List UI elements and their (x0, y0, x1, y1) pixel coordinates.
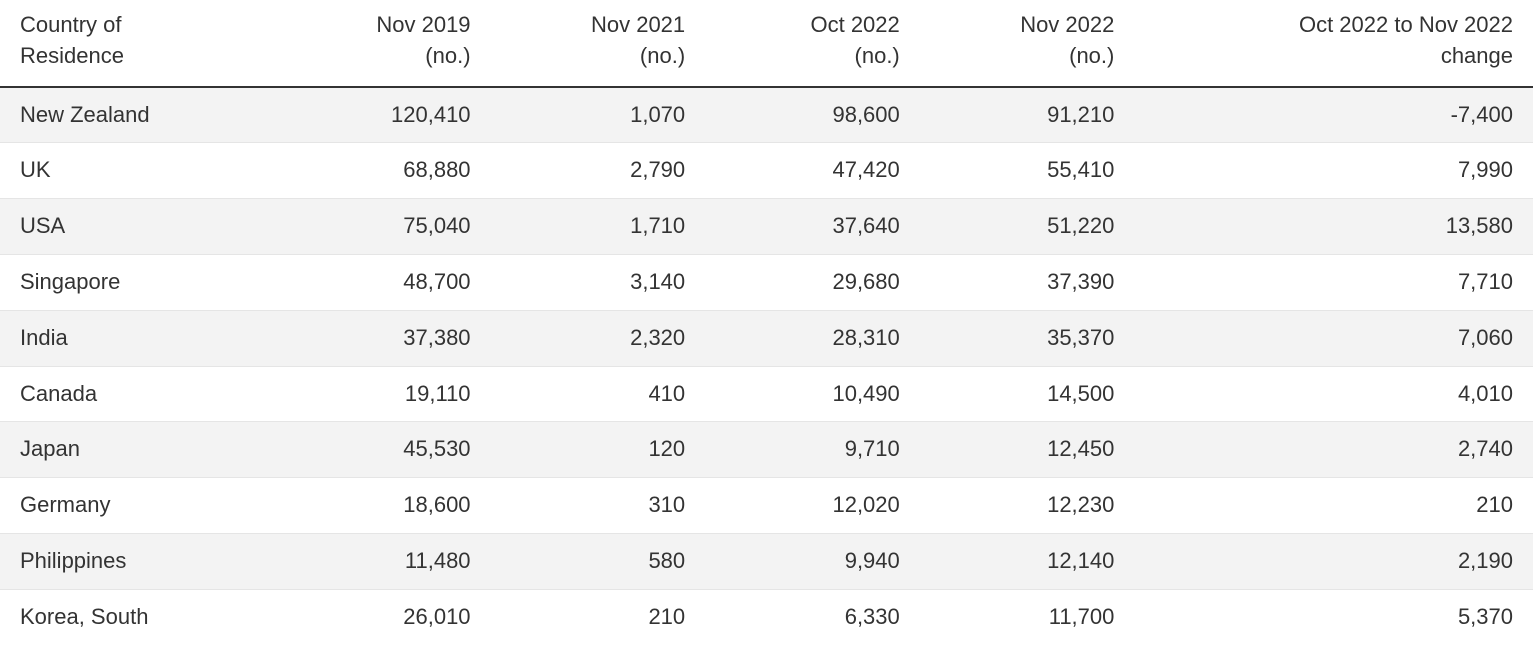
header-text: Country of (20, 12, 122, 37)
data-table: Country of Residence Nov 2019 (no.) Nov … (0, 0, 1533, 645)
cell-nov2022: 35,370 (920, 310, 1135, 366)
cell-nov2021: 410 (491, 366, 706, 422)
cell-nov2019: 37,380 (276, 310, 491, 366)
cell-change: 7,710 (1134, 254, 1533, 310)
cell-oct2022: 6,330 (705, 589, 920, 644)
cell-country: Singapore (0, 254, 276, 310)
cell-change: 7,990 (1134, 143, 1533, 199)
cell-nov2021: 3,140 (491, 254, 706, 310)
cell-nov2019: 120,410 (276, 87, 491, 143)
cell-country: UK (0, 143, 276, 199)
cell-country: Canada (0, 366, 276, 422)
cell-nov2022: 12,230 (920, 478, 1135, 534)
cell-change: 13,580 (1134, 199, 1533, 255)
cell-oct2022: 37,640 (705, 199, 920, 255)
cell-nov2022: 51,220 (920, 199, 1135, 255)
table-row: Germany18,60031012,02012,230210 (0, 478, 1533, 534)
cell-nov2019: 45,530 (276, 422, 491, 478)
cell-nov2021: 120 (491, 422, 706, 478)
cell-oct2022: 28,310 (705, 310, 920, 366)
header-nov2019: Nov 2019 (no.) (276, 0, 491, 87)
cell-oct2022: 98,600 (705, 87, 920, 143)
cell-change: 4,010 (1134, 366, 1533, 422)
cell-nov2021: 210 (491, 589, 706, 644)
table-row: USA75,0401,71037,64051,22013,580 (0, 199, 1533, 255)
header-change: Oct 2022 to Nov 2022 change (1134, 0, 1533, 87)
cell-nov2021: 2,790 (491, 143, 706, 199)
cell-change: -7,400 (1134, 87, 1533, 143)
cell-oct2022: 10,490 (705, 366, 920, 422)
header-text: Oct 2022 to Nov 2022 (1299, 12, 1513, 37)
table-row: Korea, South26,0102106,33011,7005,370 (0, 589, 1533, 644)
cell-oct2022: 12,020 (705, 478, 920, 534)
cell-nov2021: 2,320 (491, 310, 706, 366)
cell-nov2019: 48,700 (276, 254, 491, 310)
header-nov2021: Nov 2021 (no.) (491, 0, 706, 87)
cell-oct2022: 29,680 (705, 254, 920, 310)
header-text: Nov 2019 (376, 12, 470, 37)
cell-country: USA (0, 199, 276, 255)
cell-nov2021: 1,070 (491, 87, 706, 143)
cell-country: Japan (0, 422, 276, 478)
cell-nov2021: 310 (491, 478, 706, 534)
cell-nov2019: 11,480 (276, 533, 491, 589)
cell-change: 2,740 (1134, 422, 1533, 478)
cell-country: Philippines (0, 533, 276, 589)
header-oct2022: Oct 2022 (no.) (705, 0, 920, 87)
table-row: Japan45,5301209,71012,4502,740 (0, 422, 1533, 478)
cell-nov2022: 14,500 (920, 366, 1135, 422)
header-text: (no.) (855, 43, 900, 68)
cell-nov2022: 11,700 (920, 589, 1135, 644)
cell-oct2022: 47,420 (705, 143, 920, 199)
cell-nov2019: 26,010 (276, 589, 491, 644)
table-row: Singapore48,7003,14029,68037,3907,710 (0, 254, 1533, 310)
cell-nov2021: 1,710 (491, 199, 706, 255)
cell-oct2022: 9,710 (705, 422, 920, 478)
header-country: Country of Residence (0, 0, 276, 87)
header-text: Residence (20, 43, 124, 68)
table-row: India37,3802,32028,31035,3707,060 (0, 310, 1533, 366)
cell-nov2022: 12,450 (920, 422, 1135, 478)
header-text: Oct 2022 (810, 12, 899, 37)
cell-country: India (0, 310, 276, 366)
cell-nov2021: 580 (491, 533, 706, 589)
cell-change: 7,060 (1134, 310, 1533, 366)
cell-change: 5,370 (1134, 589, 1533, 644)
table-header: Country of Residence Nov 2019 (no.) Nov … (0, 0, 1533, 87)
cell-nov2019: 75,040 (276, 199, 491, 255)
cell-country: Germany (0, 478, 276, 534)
cell-nov2019: 18,600 (276, 478, 491, 534)
table-row: UK68,8802,79047,42055,4107,990 (0, 143, 1533, 199)
table-row: New Zealand120,4101,07098,60091,210-7,40… (0, 87, 1533, 143)
cell-country: New Zealand (0, 87, 276, 143)
cell-nov2019: 68,880 (276, 143, 491, 199)
table-row: Canada19,11041010,49014,5004,010 (0, 366, 1533, 422)
header-nov2022: Nov 2022 (no.) (920, 0, 1135, 87)
header-text: (no.) (640, 43, 685, 68)
cell-country: Korea, South (0, 589, 276, 644)
cell-nov2019: 19,110 (276, 366, 491, 422)
cell-nov2022: 37,390 (920, 254, 1135, 310)
cell-nov2022: 91,210 (920, 87, 1135, 143)
cell-nov2022: 55,410 (920, 143, 1135, 199)
header-text: Nov 2021 (591, 12, 685, 37)
header-text: (no.) (1069, 43, 1114, 68)
header-text: (no.) (425, 43, 470, 68)
cell-oct2022: 9,940 (705, 533, 920, 589)
cell-change: 2,190 (1134, 533, 1533, 589)
header-text: Nov 2022 (1020, 12, 1114, 37)
table-body: New Zealand120,4101,07098,60091,210-7,40… (0, 87, 1533, 645)
table-row: Philippines11,4805809,94012,1402,190 (0, 533, 1533, 589)
header-text: change (1441, 43, 1513, 68)
cell-change: 210 (1134, 478, 1533, 534)
cell-nov2022: 12,140 (920, 533, 1135, 589)
